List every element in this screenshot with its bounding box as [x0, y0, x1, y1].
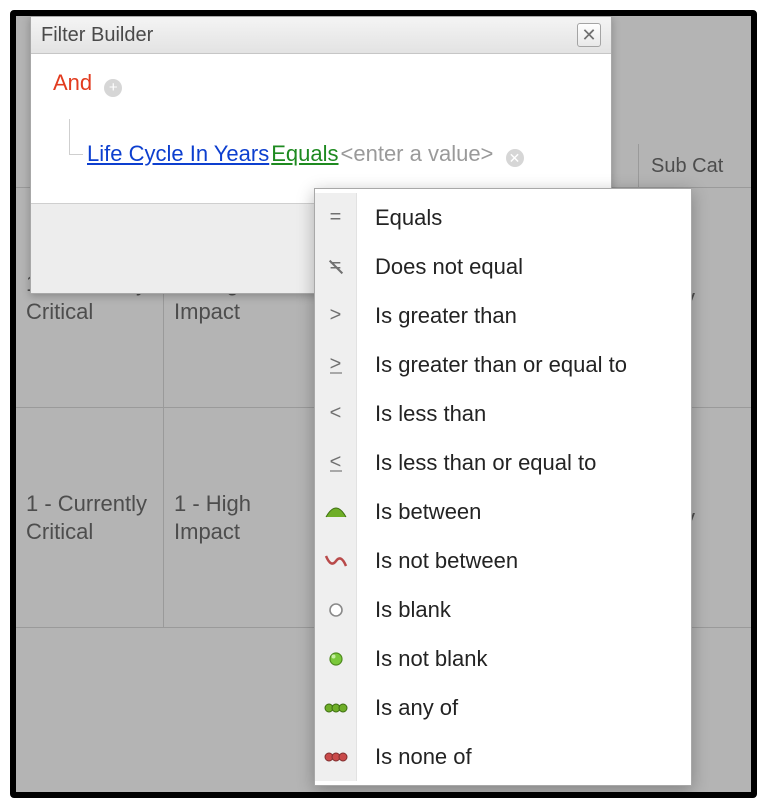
cell-criticality: 1 - Currently Critical: [16, 408, 164, 627]
close-icon: ✕: [581, 26, 596, 44]
dialog-body: And + Life Cycle In YearsEquals<enter a …: [31, 54, 611, 203]
operator-option-not-blank[interactable]: Is not blank: [315, 634, 691, 683]
rule-operator-token[interactable]: Equals: [271, 141, 338, 166]
add-condition-button[interactable]: +: [104, 79, 122, 97]
operator-option-not-between[interactable]: Is not between: [315, 536, 691, 585]
dialog-header[interactable]: Filter Builder ✕: [31, 17, 611, 54]
operator-dropdown: Equals Does not equal Is greater than Is…: [314, 188, 692, 786]
rule-field-token[interactable]: Life Cycle In Years: [87, 141, 269, 166]
operator-option-equals[interactable]: Equals: [315, 193, 691, 242]
tree-elbow-icon: [69, 119, 83, 155]
operator-option-greater-than[interactable]: Is greater than: [315, 291, 691, 340]
operator-option-label: Does not equal: [357, 254, 523, 280]
plus-icon: +: [109, 80, 118, 95]
operator-option-blank[interactable]: Is blank: [315, 585, 691, 634]
cell-impact: 1 - High Impact: [164, 408, 332, 627]
operator-option-label: Is blank: [357, 597, 451, 623]
group-operator-line: And +: [53, 70, 589, 97]
dialog-title: Filter Builder: [41, 24, 153, 47]
any-of-icon: [315, 683, 357, 732]
remove-rule-button[interactable]: ✕: [506, 149, 524, 167]
rule-value-placeholder[interactable]: <enter a value>: [341, 141, 494, 166]
blank-icon: [315, 585, 357, 634]
operator-option-label: Equals: [357, 205, 442, 231]
between-icon: [315, 487, 357, 536]
operator-option-label: Is less than: [357, 401, 486, 427]
operator-option-label: Is not between: [357, 548, 518, 574]
operator-option-label: Is less than or equal to: [357, 450, 596, 476]
operator-option-label: Is greater than or equal to: [357, 352, 627, 378]
group-operator-token[interactable]: And: [53, 70, 92, 95]
filter-rule: Life Cycle In YearsEquals<enter a value>…: [87, 141, 589, 167]
column-header-subcat[interactable]: Sub Cat: [638, 144, 748, 188]
operator-option-not-equal[interactable]: Does not equal: [315, 242, 691, 291]
close-button[interactable]: ✕: [577, 23, 601, 47]
operator-option-none-of[interactable]: Is none of: [315, 732, 691, 781]
none-of-icon: [315, 732, 357, 781]
not-between-icon: [315, 536, 357, 585]
not-blank-icon: [315, 634, 357, 683]
operator-option-greater-or-equal[interactable]: Is greater than or equal to: [315, 340, 691, 389]
greater-than-icon: [315, 291, 357, 340]
operator-option-label: Is between: [357, 499, 481, 525]
remove-icon: ✕: [509, 151, 521, 165]
less-than-icon: [315, 389, 357, 438]
operator-option-less-or-equal[interactable]: Is less than or equal to: [315, 438, 691, 487]
greater-or-equal-icon: [315, 340, 357, 389]
operator-option-less-than[interactable]: Is less than: [315, 389, 691, 438]
operator-option-label: Is none of: [357, 744, 472, 770]
operator-option-label: Is greater than: [357, 303, 517, 329]
app-stage: Sub Cat 1 - Currently Critical 1 - High …: [10, 10, 757, 798]
operator-option-any-of[interactable]: Is any of: [315, 683, 691, 732]
operator-option-between[interactable]: Is between: [315, 487, 691, 536]
less-or-equal-icon: [315, 438, 357, 487]
equals-icon: [315, 193, 357, 242]
not-equal-icon: [315, 242, 357, 291]
operator-option-label: Is not blank: [357, 646, 488, 672]
operator-option-label: Is any of: [357, 695, 458, 721]
